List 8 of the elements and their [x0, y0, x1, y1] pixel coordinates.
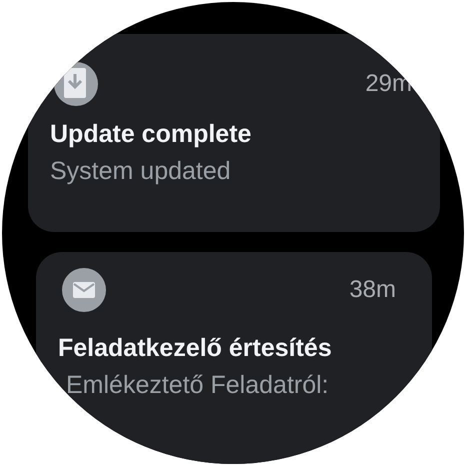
notification-card[interactable]: 38m Feladatkezelő értesítés Emlékeztető Feladatról:: [36, 252, 432, 464]
download-icon: [54, 62, 98, 106]
notification-text: Emlékeztető Feladatról:: [66, 371, 330, 400]
notification-text: System updated: [50, 157, 232, 186]
notification-title: Update complete: [50, 120, 252, 149]
notification-title: Feladatkezelő értesítés: [58, 334, 333, 363]
notification-time: 38m: [349, 276, 396, 304]
envelope-icon: [62, 268, 106, 312]
